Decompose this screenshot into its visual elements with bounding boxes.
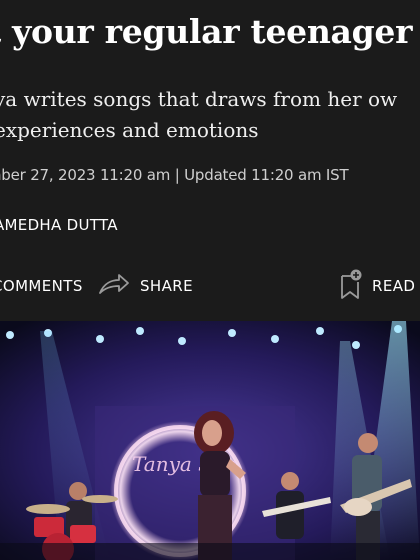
share-icon (98, 273, 140, 300)
publish-dateline: nber 27, 2023 11:20 am | Updated 11:20 a… (0, 166, 349, 184)
comments-label: COMMENTS (0, 277, 83, 295)
article-action-bar: COMMENTS SHARE READ L (0, 266, 420, 306)
comments-button[interactable]: COMMENTS (0, 266, 83, 306)
read-later-label: READ L (372, 277, 420, 295)
article-subheading: ya writes songs that draws from her ow e… (0, 84, 420, 146)
article-headline: t your regular teenager (0, 12, 413, 51)
author-name[interactable]: AMEDHA DUTTA (0, 216, 118, 234)
share-label: SHARE (140, 277, 193, 295)
subheading-line-2: experiences and emotions (0, 118, 259, 142)
bookmark-add-icon (340, 268, 372, 305)
article-hero-image[interactable]: Tanya Sen (0, 321, 420, 560)
share-button[interactable]: SHARE (98, 266, 193, 306)
read-later-button[interactable]: READ L (340, 266, 420, 306)
concert-stage-photo: Tanya Sen (0, 321, 420, 560)
subheading-line-1: ya writes songs that draws from her ow (0, 87, 398, 111)
